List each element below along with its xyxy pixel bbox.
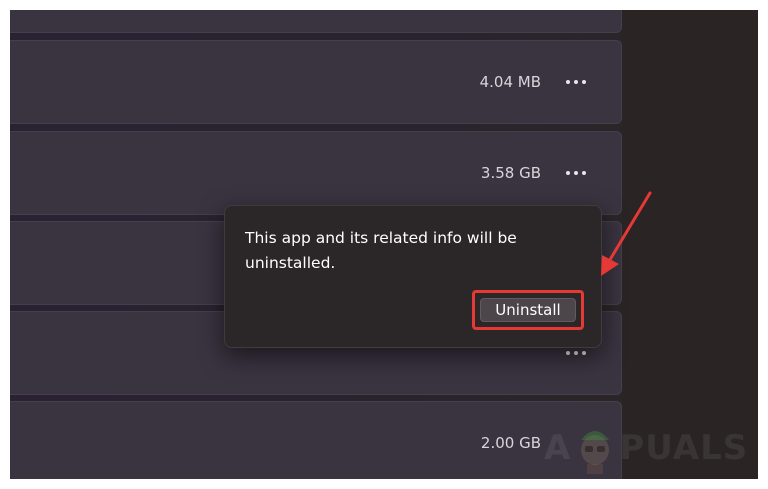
annotation-arrow (601, 191, 652, 276)
